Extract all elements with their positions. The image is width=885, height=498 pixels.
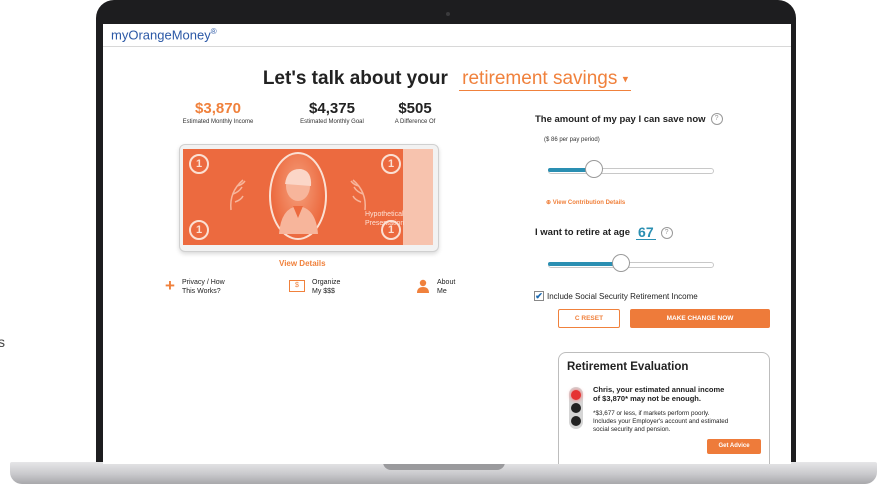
- savings-title-text: The amount of my pay I can save now: [535, 113, 706, 125]
- stat-label: A Difference Of: [394, 119, 436, 125]
- headline-prefix: Let's talk about your: [262, 68, 448, 89]
- stat-difference: $505 A Difference Of: [375, 100, 455, 125]
- retirement-evaluation-card: Retirement Evaluation Chris, your estima…: [558, 352, 770, 464]
- retirement-age-slider[interactable]: [548, 254, 714, 272]
- chevron-down-icon: ▾: [622, 73, 629, 86]
- stat-label: Estimated Monthly Goal: [300, 119, 364, 125]
- organize-label: Organize: [312, 279, 341, 286]
- evaluation-note-line: social security and pension.: [593, 426, 671, 433]
- traffic-light-icon: [569, 387, 583, 429]
- bill-corner-mark: 1: [381, 154, 401, 174]
- green-light: [571, 416, 581, 426]
- organize-link[interactable]: $ Organize My $$$: [289, 278, 340, 296]
- about-me-link[interactable]: About Me: [416, 278, 455, 296]
- evaluation-message: Chris, your estimated annual income of $…: [593, 385, 763, 403]
- help-icon[interactable]: ?: [710, 113, 723, 125]
- retire-title: I want to retire at age 67 ?: [535, 225, 673, 240]
- slider-handle[interactable]: [585, 160, 604, 178]
- logo[interactable]: myOrangeMoney®: [111, 27, 217, 42]
- bill-caption-line: Hypothetical: [365, 211, 404, 218]
- retire-title-text: I want to retire at age: [535, 227, 631, 238]
- plus-icon: +: [165, 276, 175, 295]
- laurel-icon: [350, 179, 366, 211]
- goal-dropdown[interactable]: retirement savings ▾: [459, 68, 632, 91]
- app-screen: myOrangeMoney® Let's talk about your ret…: [103, 24, 791, 464]
- privacy-label: Privacy / How: [181, 279, 225, 286]
- app-header: myOrangeMoney®: [103, 24, 791, 47]
- page-title: Let's talk about your retirement savings…: [103, 68, 791, 91]
- about-label: Me: [437, 288, 447, 295]
- evaluation-note: *$3,677 or less, if markets perform poor…: [593, 410, 765, 434]
- money-icon: $: [289, 280, 305, 292]
- person-icon: [417, 279, 429, 293]
- stat-label: Estimated Monthly Income: [182, 119, 254, 125]
- social-security-label: Include Social Security Retirement Incom…: [547, 291, 698, 301]
- privacy-link[interactable]: + Privacy / How This Works?: [165, 276, 225, 296]
- bill-caption: Hypothetical Presentation: [365, 210, 404, 228]
- help-icon[interactable]: ?: [660, 226, 673, 239]
- savings-slider[interactable]: [548, 160, 714, 178]
- view-contribution-link[interactable]: ⊕ View Contribution Details: [546, 199, 625, 206]
- evaluation-note-line: *$3,677 or less, if markets perform poor…: [593, 410, 710, 417]
- bill-corner-mark: 1: [189, 154, 209, 174]
- stat-monthly-goal: $4,375 Estimated Monthly Goal: [289, 100, 375, 125]
- slider-handle[interactable]: [612, 254, 631, 272]
- yellow-light: [571, 403, 581, 413]
- bill-corner-mark: 1: [189, 220, 209, 240]
- view-details-link[interactable]: View Details: [279, 259, 326, 268]
- stat-value: $4,375: [309, 100, 355, 117]
- stat-value: $3,870: [195, 100, 241, 117]
- about-label: About: [437, 279, 456, 286]
- slider-fill: [548, 262, 622, 266]
- organize-label: My $$$: [312, 288, 335, 295]
- bill-caption-line: Presentation: [365, 220, 405, 227]
- camera-icon: [446, 12, 450, 16]
- evaluation-line: of $3,870* may not be enough.: [593, 394, 701, 403]
- portrait-icon: [279, 168, 318, 234]
- laurel-icon: [230, 179, 246, 211]
- reset-button[interactable]: C RESET: [558, 309, 620, 328]
- make-change-button[interactable]: MAKE CHANGE NOW: [630, 309, 770, 328]
- evaluation-title: Retirement Evaluation: [567, 361, 689, 373]
- get-advice-button[interactable]: Get Advice: [707, 439, 761, 454]
- bill-side-panel: [403, 149, 433, 245]
- privacy-label: This Works?: [181, 288, 221, 295]
- social-security-checkbox[interactable]: ✔: [534, 291, 544, 301]
- red-light: [571, 390, 581, 400]
- stat-value: $505: [398, 100, 432, 117]
- pay-period-note: ($ 86 per pay period): [544, 137, 600, 143]
- evaluation-note-line: Includes your Employer's account and est…: [593, 418, 729, 425]
- savings-title: The amount of my pay I can save now ?: [535, 113, 723, 125]
- evaluation-line: Chris, your estimated annual income: [593, 385, 725, 394]
- retirement-age-field[interactable]: 67: [636, 225, 656, 240]
- stray-text: s: [0, 334, 5, 350]
- stat-monthly-income: $3,870 Estimated Monthly Income: [173, 100, 263, 125]
- social-security-option[interactable]: ✔ Include Social Security Retirement Inc…: [534, 291, 698, 301]
